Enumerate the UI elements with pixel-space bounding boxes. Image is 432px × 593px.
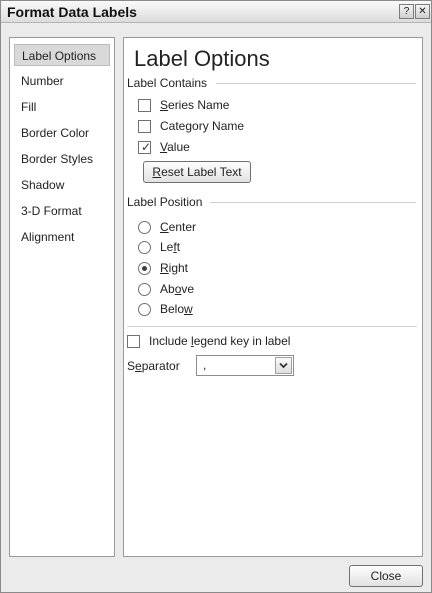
- position-below-option[interactable]: Below: [138, 300, 193, 318]
- dialog-title: Format Data Labels: [7, 4, 137, 20]
- nav-item-border-styles[interactable]: Border Styles: [14, 148, 110, 170]
- nav-item-alignment[interactable]: Alignment: [14, 226, 110, 248]
- value-label: Value: [160, 140, 190, 154]
- format-data-labels-dialog: Format Data Labels ? ✕ Label Options Num…: [0, 0, 432, 593]
- close-window-button[interactable]: ✕: [415, 4, 430, 19]
- title-bar: Format Data Labels ? ✕: [1, 1, 431, 23]
- right-radio[interactable]: [138, 261, 151, 275]
- nav-item-3d-format[interactable]: 3-D Format: [14, 200, 110, 222]
- category-name-checkbox[interactable]: [138, 119, 151, 133]
- chevron-down-icon[interactable]: [275, 357, 292, 374]
- left-label: Left: [160, 240, 181, 254]
- include-legend-key-label: Include legend key in label: [149, 334, 291, 348]
- section-divider: [216, 83, 416, 84]
- separator-label: Separator: [127, 359, 180, 373]
- label-options-panel: Label Options Label Contains Series Name…: [123, 37, 423, 557]
- checkmark-icon: ✓: [141, 139, 152, 154]
- section-label-contains: Label Contains: [127, 76, 208, 90]
- value-checkbox[interactable]: ✓: [138, 139, 152, 154]
- nav-item-number[interactable]: Number: [14, 70, 110, 92]
- above-label: Above: [160, 282, 195, 296]
- position-above-option[interactable]: Above: [138, 280, 194, 298]
- section-label-position: Label Position: [127, 195, 203, 209]
- below-radio[interactable]: [138, 302, 151, 316]
- left-radio[interactable]: [138, 240, 151, 254]
- panel-heading: Label Options: [134, 46, 270, 71]
- center-radio[interactable]: [138, 220, 151, 234]
- separator-value: ,: [203, 358, 207, 372]
- category-nav: Label Options Number Fill Border Color B…: [9, 37, 115, 557]
- nav-item-fill[interactable]: Fill: [14, 96, 110, 118]
- value-option[interactable]: ✓ Value: [138, 138, 190, 156]
- nav-item-border-color[interactable]: Border Color: [14, 122, 110, 144]
- category-name-label: Category Name: [160, 119, 245, 133]
- include-legend-key-checkbox[interactable]: [127, 334, 140, 348]
- below-label: Below: [160, 302, 193, 316]
- include-legend-key-option[interactable]: Include legend key in label: [127, 332, 290, 350]
- right-label: Right: [160, 261, 189, 275]
- nav-item-label-options[interactable]: Label Options: [14, 44, 110, 66]
- section-divider: [127, 326, 417, 327]
- position-center-option[interactable]: Center: [138, 218, 196, 236]
- series-name-checkbox[interactable]: [138, 98, 151, 112]
- series-name-label: Series Name: [160, 98, 230, 112]
- radio-selected-dot: [142, 265, 147, 271]
- category-name-option[interactable]: Category Name: [138, 117, 244, 135]
- separator-select[interactable]: ,: [196, 355, 294, 376]
- close-button[interactable]: Close: [349, 565, 423, 587]
- center-label: Center: [160, 220, 197, 234]
- series-name-option[interactable]: Series Name: [138, 96, 229, 114]
- help-button[interactable]: ?: [399, 4, 414, 19]
- section-divider: [210, 202, 416, 203]
- position-left-option[interactable]: Left: [138, 238, 180, 256]
- reset-label-text-button[interactable]: Reset Label Text: [143, 161, 251, 183]
- nav-item-shadow[interactable]: Shadow: [14, 174, 110, 196]
- position-right-option[interactable]: Right: [138, 259, 188, 277]
- above-radio[interactable]: [138, 282, 151, 296]
